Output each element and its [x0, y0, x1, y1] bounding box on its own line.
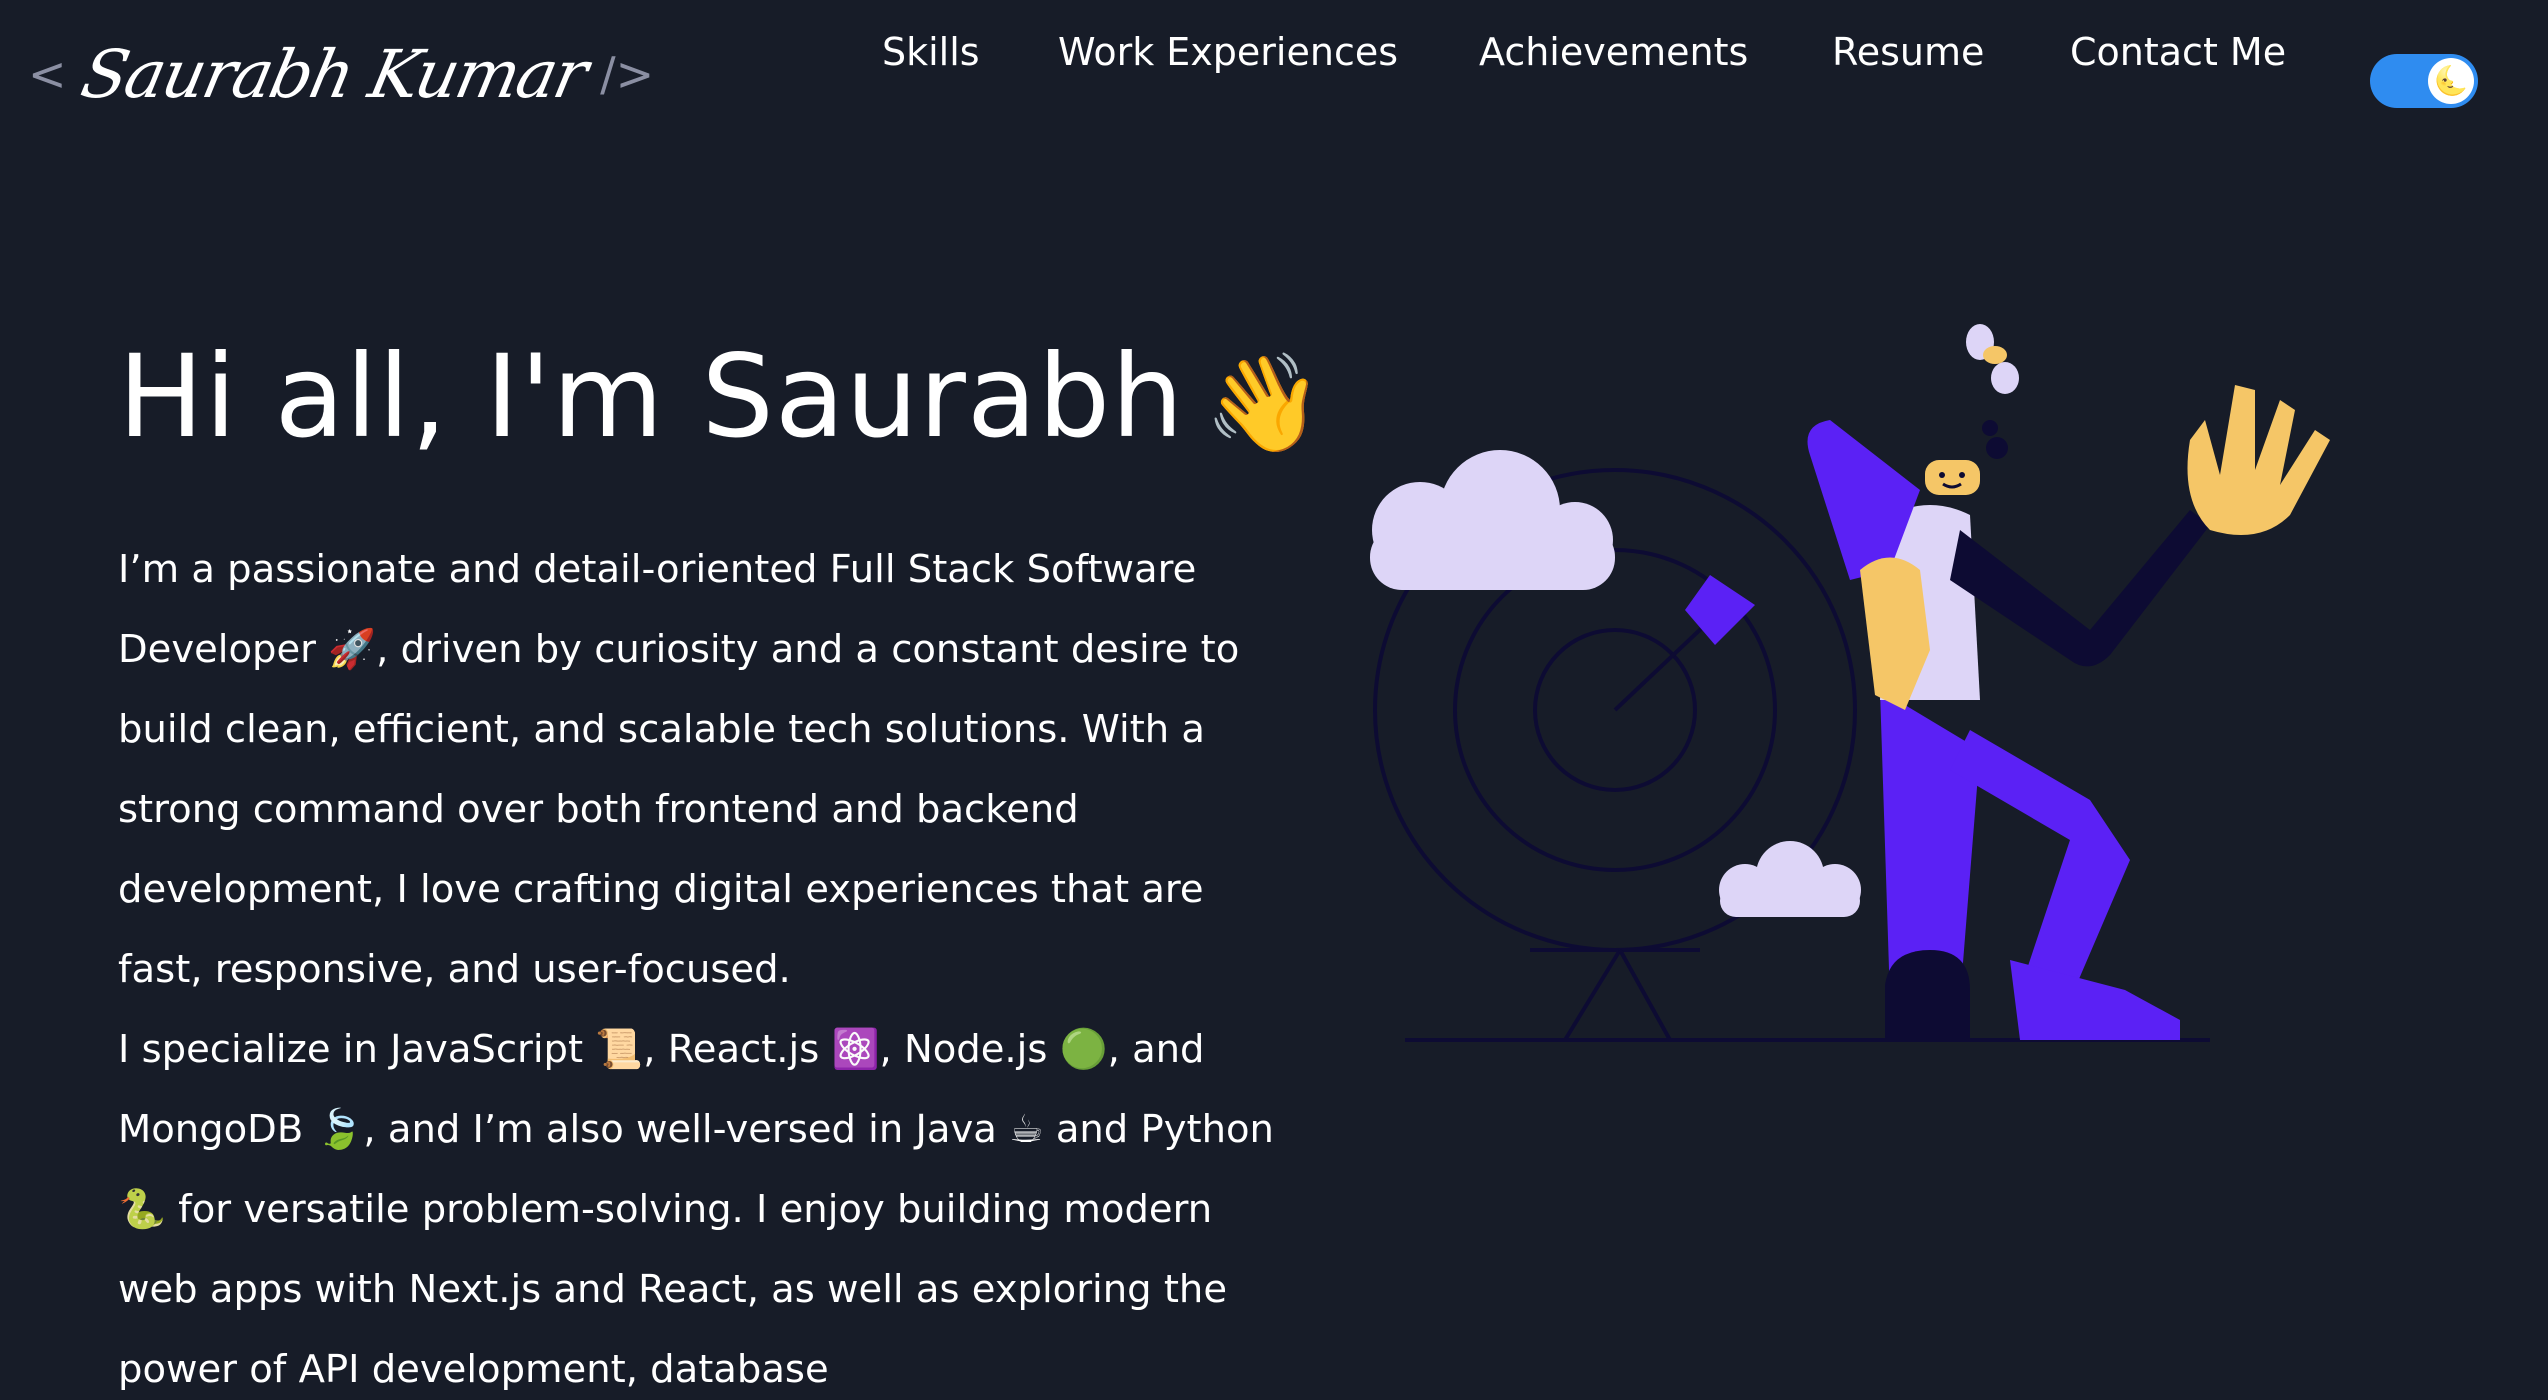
logo-open-bracket: <: [28, 47, 67, 101]
target-stand-icon: [1530, 948, 1700, 1042]
site-header: < Saurabh Kumar /> Skills Work Experienc…: [0, 0, 2548, 160]
bee-icon: [1966, 324, 2019, 459]
bio-paragraph-1: I’m a passionate and detail-oriented Ful…: [118, 547, 1240, 992]
nav-link-work-experiences[interactable]: Work Experiences: [1058, 30, 1398, 74]
hero-greeting-text: Hi all, I'm Saurabh: [118, 330, 1185, 463]
waving-hand-icon: 👋: [1204, 347, 1325, 459]
hero-bio: I’m a passionate and detail-oriented Ful…: [118, 530, 1278, 1400]
cloud-small-icon: [1719, 841, 1861, 917]
logo-signature: Saurabh Kumar: [74, 35, 593, 113]
moon-icon: 🌜: [2428, 58, 2474, 104]
nav-link-contact-me[interactable]: Contact Me: [2070, 30, 2286, 74]
developer-illustration: [1370, 324, 2330, 1042]
hero-greeting: Hi all, I'm Saurabh 👋: [118, 330, 1325, 463]
dart-arrow-icon: [1613, 575, 1755, 712]
bio-paragraph-2: I specialize in JavaScript 📜, React.js ⚛…: [118, 1027, 1274, 1392]
theme-toggle[interactable]: 🌜: [2370, 54, 2478, 108]
nav-link-achievements[interactable]: Achievements: [1479, 30, 1748, 74]
developer-character: [1807, 385, 2330, 1040]
site-logo[interactable]: < Saurabh Kumar />: [28, 24, 654, 124]
nav-link-resume[interactable]: Resume: [1832, 30, 1984, 74]
logo-close-bracket: />: [600, 47, 655, 101]
nav-link-skills[interactable]: Skills: [882, 30, 980, 74]
